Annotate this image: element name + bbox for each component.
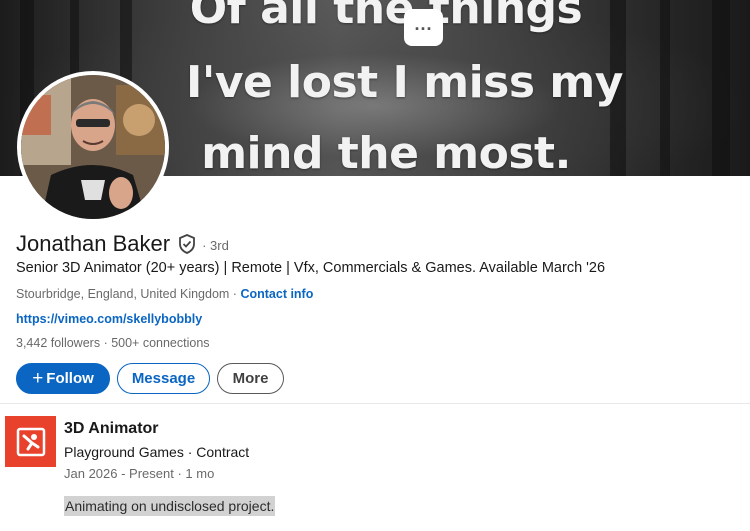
connection-degree: · 3rd: [202, 237, 229, 253]
banner-quote-line: mind the most.: [201, 128, 571, 176]
experience-description: Animating on undisclosed project.: [64, 496, 276, 516]
profile-actions: + Follow Message More: [16, 363, 284, 394]
plus-icon: +: [32, 368, 44, 389]
message-button[interactable]: Message: [117, 363, 210, 394]
banner-quote-line: I've lost I miss my: [186, 57, 623, 108]
contact-info-link[interactable]: Contact info: [240, 287, 313, 301]
website-link[interactable]: https://vimeo.com/skellybobbly: [16, 312, 202, 326]
more-button[interactable]: More: [217, 363, 284, 394]
profile-location: Stourbridge, England, United Kingdom ·: [16, 287, 237, 301]
experience-title: 3D Animator: [64, 420, 159, 437]
section-divider: [0, 403, 750, 404]
profile-name-row: Jonathan Baker · 3rd: [16, 231, 229, 257]
connections-count: 500+ connections: [111, 336, 210, 350]
followers-count[interactable]: 3,442 followers: [16, 336, 100, 350]
profile-name: Jonathan Baker: [16, 231, 171, 256]
more-menu-label: ...: [414, 14, 433, 34]
follow-label: Follow: [46, 370, 94, 387]
experience-dates: Jan 2026 - Present · 1 mo: [64, 466, 215, 481]
verified-shield-icon[interactable]: [178, 234, 196, 254]
follow-button[interactable]: + Follow: [16, 363, 110, 394]
location-row: Stourbridge, England, United Kingdom · C…: [16, 287, 313, 301]
profile-headline: Senior 3D Animator (20+ years) | Remote …: [16, 260, 606, 276]
avatar[interactable]: [17, 71, 169, 223]
experience-company: Playground Games · Contract: [64, 444, 250, 460]
profile-stats: 3,442 followers · 500+ connections: [16, 336, 210, 350]
banner-tree: [712, 0, 730, 176]
company-logo-icon[interactable]: [5, 416, 56, 467]
banner-quote-line: Of all the things: [189, 0, 583, 34]
banner-tree: [660, 0, 670, 176]
avatar-photo: [21, 75, 165, 219]
more-horizontal-icon[interactable]: ...: [404, 9, 443, 46]
